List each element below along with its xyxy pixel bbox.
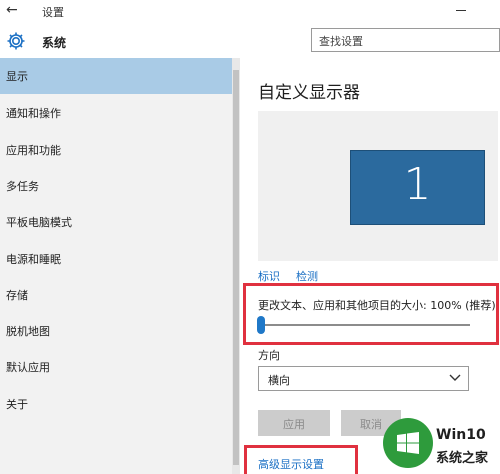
- identify-link[interactable]: 标识: [258, 268, 280, 284]
- scale-label: 更改文本、应用和其他项目的大小: 100% (推荐): [258, 299, 496, 312]
- sidebar-item-multitasking[interactable]: 多任务: [0, 168, 232, 204]
- window-title: 设置: [42, 6, 64, 19]
- watermark-text-1: Win10: [436, 427, 486, 443]
- sidebar-item-about[interactable]: 关于: [0, 386, 232, 422]
- highlight-box-scale: [243, 283, 499, 345]
- sidebar-item-label: 关于: [6, 398, 28, 411]
- sidebar-item-label: 默认应用: [6, 361, 50, 374]
- section-title: 自定义显示器: [258, 83, 360, 103]
- sidebar-item-power-sleep[interactable]: 电源和睡眠: [0, 241, 232, 277]
- scale-slider-track[interactable]: [262, 324, 470, 326]
- orientation-value: 横向: [268, 374, 290, 387]
- apply-button-label: 应用: [283, 418, 305, 431]
- gear-icon: [7, 32, 25, 50]
- sidebar-item-apps[interactable]: 应用和功能: [0, 132, 232, 168]
- detect-link[interactable]: 检测: [296, 268, 318, 284]
- sidebar-item-offline-maps[interactable]: 脱机地图: [0, 313, 232, 349]
- sidebar-item-label: 通知和操作: [6, 107, 61, 120]
- sidebar-item-label: 应用和功能: [6, 144, 61, 157]
- sidebar-item-label: 电源和睡眠: [6, 253, 61, 266]
- back-arrow-icon[interactable]: ←: [6, 3, 22, 17]
- search-input[interactable]: 查找设置: [311, 28, 500, 52]
- sidebar-item-notifications[interactable]: 通知和操作: [0, 95, 232, 131]
- sidebar-item-label: 脱机地图: [6, 325, 50, 338]
- title-bar: ← 设置: [0, 0, 500, 22]
- sidebar-item-display[interactable]: 显示: [0, 58, 232, 94]
- page-title: 系统: [42, 36, 67, 50]
- search-placeholder: 查找设置: [319, 35, 363, 48]
- apply-button[interactable]: 应用: [258, 410, 330, 436]
- sidebar-item-tablet-mode[interactable]: 平板电脑模式: [0, 204, 232, 240]
- minimize-icon[interactable]: [456, 10, 466, 11]
- sidebar-item-label: 平板电脑模式: [6, 216, 72, 229]
- orientation-select[interactable]: 横向: [258, 366, 469, 391]
- chevron-down-icon: [449, 374, 461, 381]
- monitor-number: 1: [403, 159, 432, 210]
- monitor-1-tile[interactable]: 1: [350, 150, 485, 225]
- sidebar-item-label: 多任务: [6, 180, 39, 193]
- windows-logo-icon: [397, 432, 419, 454]
- sidebar: 显示 通知和操作 应用和功能 多任务 平板电脑模式 电源和睡眠 存储 脱机地图 …: [0, 58, 232, 474]
- scale-slider-thumb[interactable]: [257, 316, 265, 334]
- sidebar-item-storage[interactable]: 存储: [0, 277, 232, 313]
- watermark-text-2: 系统之家: [436, 451, 489, 466]
- sidebar-item-default-apps[interactable]: 默认应用: [0, 349, 232, 385]
- orientation-label: 方向: [258, 349, 280, 362]
- sidebar-item-label: 显示: [6, 70, 28, 83]
- sidebar-scrollbar-thumb[interactable]: [233, 70, 239, 465]
- advanced-display-settings-link[interactable]: 高级显示设置: [258, 456, 324, 472]
- sidebar-item-label: 存储: [6, 289, 28, 302]
